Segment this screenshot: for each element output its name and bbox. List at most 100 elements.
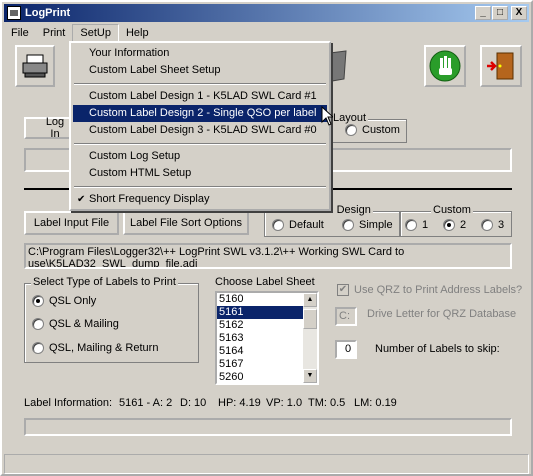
label-info-prefix: Label Information: — [24, 397, 113, 409]
label-info-hp: HP: 4.19 — [218, 397, 261, 409]
custom-3-label: 3 — [498, 219, 505, 231]
qsl-only-label: QSL Only — [49, 295, 97, 307]
menu-help[interactable]: Help — [119, 25, 156, 41]
progress-bar — [24, 418, 512, 436]
layout-custom-label: Custom — [362, 124, 400, 136]
status-bar — [4, 454, 529, 474]
custom-1-radio[interactable]: 1 — [405, 219, 428, 231]
input-file-path: C:\Program Files\Logger32\++ LogPrint SW… — [24, 243, 512, 269]
menu-item-custom-design-2[interactable]: Custom Label Design 2 - Single QSO per l… — [73, 105, 327, 122]
layout-group: Layout Custom — [322, 112, 407, 143]
design-simple-label: Simple — [359, 219, 393, 231]
label-sheet-title: Choose Label Sheet — [215, 276, 315, 288]
drive-letter-input[interactable]: C: — [335, 307, 357, 326]
qsl-only-radio[interactable]: QSL Only — [32, 295, 96, 307]
menu-item-custom-label-sheet[interactable]: Custom Label Sheet Setup — [73, 62, 327, 79]
label-info-lm: LM: 0.19 — [354, 397, 397, 409]
menu-item-short-frequency[interactable]: ✔ Short Frequency Display — [73, 191, 327, 208]
close-button[interactable]: X — [511, 6, 527, 20]
scroll-down-icon[interactable]: ▼ — [303, 369, 317, 383]
scroll-thumb[interactable] — [303, 309, 317, 329]
menu-bar: File Print SetUp Help — [4, 23, 529, 42]
custom-design-group: Custom 1 2 3 — [400, 204, 512, 237]
use-qrz-label: Use QRZ to Print Address Labels? — [354, 284, 523, 296]
label-type-group: Select Type of Labels to Print QSL Only … — [24, 276, 199, 363]
label-info-tm: TM: 0.5 — [308, 397, 346, 409]
custom-2-label: 2 — [460, 219, 467, 231]
print-toolbar-button[interactable] — [15, 45, 55, 87]
printer-icon — [22, 54, 48, 78]
radio-circle-selected — [32, 295, 44, 307]
scroll-up-icon[interactable]: ▲ — [303, 293, 317, 307]
maximize-button[interactable]: □ — [492, 6, 508, 20]
setup-menu-dropdown: Your Information Custom Label Sheet Setu… — [69, 41, 331, 211]
exit-door-icon — [487, 52, 514, 80]
radio-circle — [32, 318, 44, 330]
labels-skip-label: Number of Labels to skip: — [375, 343, 500, 355]
custom-2-radio[interactable]: 2 — [443, 219, 466, 231]
radio-circle — [345, 124, 357, 136]
design-default-radio[interactable]: Default — [272, 219, 324, 231]
use-qrz-checkbox[interactable]: ✔ Use QRZ to Print Address Labels? — [337, 284, 522, 296]
layout-custom-radio[interactable]: Custom — [345, 124, 400, 136]
menu-separator — [74, 186, 326, 188]
list-item-selected[interactable]: 5161 — [217, 306, 317, 319]
label-sort-options-button[interactable]: Label File Sort Options — [123, 211, 249, 235]
label-info-sheet: 5161 - A: 2 — [119, 397, 173, 409]
stop-button[interactable] — [424, 45, 466, 87]
menu-separator — [74, 143, 326, 145]
menu-print[interactable]: Print — [36, 25, 73, 41]
window-title: LogPrint — [25, 7, 71, 19]
menu-item-custom-html-setup[interactable]: Custom HTML Setup — [73, 165, 327, 182]
menu-item-custom-design-3[interactable]: Custom Label Design 3 - K5LAD SWL Card #… — [73, 122, 327, 139]
menu-item-custom-log-setup[interactable]: Custom Log Setup — [73, 148, 327, 165]
list-item[interactable]: 5167 — [217, 358, 317, 371]
list-item[interactable]: 5164 — [217, 345, 317, 358]
radio-circle — [32, 342, 44, 354]
menu-file[interactable]: File — [4, 25, 36, 41]
menu-setup[interactable]: SetUp — [72, 23, 119, 42]
qsl-mailing-return-radio[interactable]: QSL, Mailing & Return — [32, 342, 158, 354]
printer-app-icon — [7, 6, 21, 20]
mouse-cursor-icon — [321, 106, 333, 126]
label-type-title: Select Type of Labels to Print — [31, 276, 178, 288]
qsl-mailing-label: QSL & Mailing — [49, 318, 119, 330]
minimize-button[interactable]: _ — [475, 6, 491, 20]
radio-circle-selected — [443, 219, 455, 231]
custom-design-title: Custom — [431, 204, 473, 216]
label-info-vp: VP: 1.0 — [266, 397, 303, 409]
label-sheet-list[interactable]: 5160 5161 5162 5163 5164 5167 5260 ▲ ▼ — [215, 291, 319, 385]
menu-item-your-information[interactable]: Your Information — [73, 45, 327, 62]
label-input-file-button[interactable]: Label Input File — [24, 211, 119, 235]
radio-circle — [481, 219, 493, 231]
menu-item-custom-design-1[interactable]: Custom Label Design 1 - K5LAD SWL Card #… — [73, 88, 327, 105]
short-frequency-label: Short Frequency Display — [89, 193, 210, 205]
design-default-label: Default — [289, 219, 324, 231]
design-simple-radio[interactable]: Simple — [342, 219, 393, 231]
radio-circle — [272, 219, 284, 231]
list-scrollbar[interactable]: ▲ ▼ — [303, 293, 317, 383]
log-input-button[interactable]: Log In — [24, 116, 72, 140]
green-hand-icon — [429, 50, 461, 82]
radio-circle — [405, 219, 417, 231]
labels-skip-input[interactable]: 0 — [335, 340, 357, 359]
drive-letter-label: Drive Letter for QRZ Database — [367, 308, 517, 320]
qsl-mailing-return-label: QSL, Mailing & Return — [49, 342, 159, 354]
checkbox-checked-icon: ✔ — [337, 284, 349, 296]
checkmark-icon: ✔ — [77, 194, 86, 205]
app-window: LogPrint _ □ X File Print SetUp Help Log… — [0, 0, 533, 476]
qsl-mailing-radio[interactable]: QSL & Mailing — [32, 318, 119, 330]
title-bar: LogPrint _ □ X — [4, 4, 529, 22]
label-info-d: D: 10 — [180, 397, 207, 409]
menu-separator — [74, 83, 326, 85]
radio-circle — [342, 219, 354, 231]
layout-group-title: Layout — [331, 112, 369, 124]
custom-3-radio[interactable]: 3 — [481, 219, 504, 231]
exit-button[interactable] — [480, 45, 522, 87]
list-item[interactable]: 5163 — [217, 332, 317, 345]
list-item[interactable]: 5160 — [217, 293, 317, 306]
document-icon — [329, 50, 347, 82]
label-design-group: Select Label Design Default Simple — [264, 204, 400, 237]
list-item[interactable]: 5162 — [217, 319, 317, 332]
list-item[interactable]: 5260 — [217, 371, 317, 383]
